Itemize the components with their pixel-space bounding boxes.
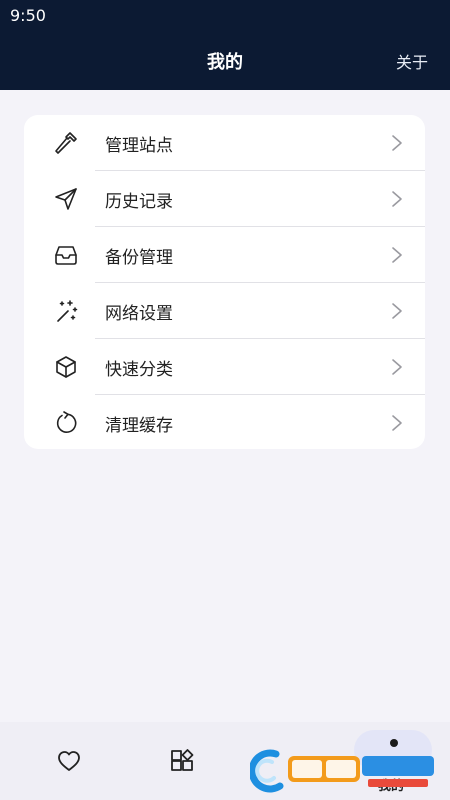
chevron-right-icon — [392, 135, 402, 151]
menu-item-label: 历史记录 — [105, 192, 173, 212]
menu-item-backup[interactable]: 备份管理 — [24, 227, 425, 283]
menu-item-manage-sites[interactable]: 管理站点 — [24, 115, 425, 171]
watermark-logo-icon — [250, 749, 434, 793]
status-bar: 9:50 — [0, 0, 450, 32]
settings-card: 管理站点 历史记录 备份管理 网络设置 快速分类 清理缓存 — [24, 115, 425, 449]
page-title: 我的 — [207, 52, 243, 73]
heart-icon — [58, 751, 80, 771]
menu-item-label: 备份管理 — [105, 248, 173, 268]
menu-item-quick-category[interactable]: 快速分类 — [24, 339, 425, 395]
menu-item-network-settings[interactable]: 网络设置 — [24, 283, 425, 339]
menu-item-label: 快速分类 — [105, 360, 173, 380]
send-icon — [55, 188, 77, 210]
grid-icon — [171, 749, 194, 771]
tab-categories[interactable] — [147, 722, 217, 800]
chevron-right-icon — [392, 359, 402, 375]
status-time: 9:50 — [10, 6, 46, 25]
sparkles-icon — [57, 300, 78, 322]
menu-item-history[interactable]: 历史记录 — [24, 171, 425, 227]
chevron-right-icon — [392, 415, 402, 431]
chevron-right-icon — [392, 191, 402, 207]
chevron-right-icon — [392, 247, 402, 263]
hammer-icon — [55, 132, 77, 154]
refresh-icon — [56, 411, 77, 433]
inbox-icon — [55, 246, 77, 265]
cube-icon — [56, 356, 76, 378]
menu-item-label: 管理站点 — [105, 136, 173, 156]
chevron-right-icon — [392, 303, 402, 319]
menu-item-label: 网络设置 — [105, 304, 173, 324]
menu-item-clear-cache[interactable]: 清理缓存 — [24, 395, 425, 449]
about-button[interactable]: 关于 — [396, 49, 428, 73]
app-bar: 我的 关于 — [0, 32, 450, 90]
tab-favorites[interactable] — [34, 722, 104, 800]
menu-item-label: 清理缓存 — [105, 416, 173, 436]
